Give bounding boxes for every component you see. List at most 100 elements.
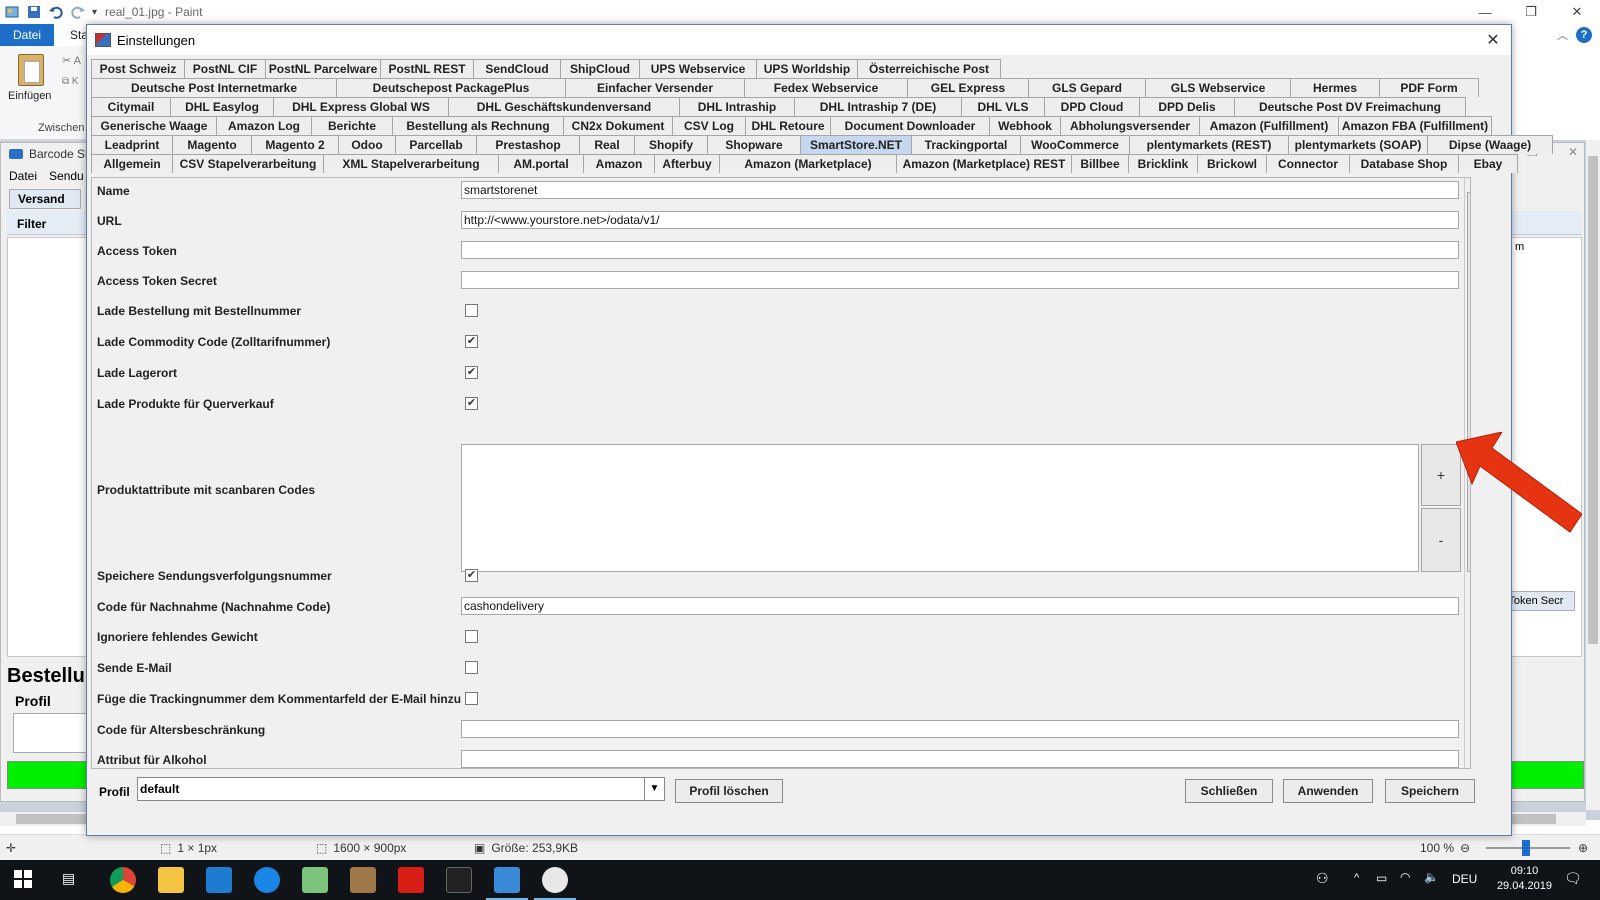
tab-sendcloud[interactable]: SendCloud bbox=[473, 59, 561, 78]
tab-postnl-cif[interactable]: PostNL CIF bbox=[184, 59, 266, 78]
cut-icon[interactable]: ✂ A bbox=[62, 54, 81, 67]
tab-postnl-parcelware[interactable]: PostNL Parcelware bbox=[265, 59, 381, 78]
tab-ups-webservice[interactable]: UPS Webservice bbox=[639, 59, 757, 78]
dialog-close-icon[interactable]: ✕ bbox=[1481, 29, 1505, 51]
ribbon-collapse-icon[interactable]: ︿ bbox=[1557, 27, 1568, 43]
access-token-input[interactable] bbox=[461, 241, 1459, 259]
help-icon[interactable]: ? bbox=[1576, 27, 1592, 43]
tab-österreichische-post[interactable]: Österreichische Post bbox=[857, 59, 1001, 78]
tab-billbee[interactable]: Billbee bbox=[1071, 154, 1129, 173]
tab-pdf-form[interactable]: PDF Form bbox=[1379, 78, 1479, 97]
tab-smartstore-net[interactable]: SmartStore.NET bbox=[800, 135, 912, 154]
maximize-icon[interactable]: ❐ bbox=[1508, 0, 1554, 24]
tab-dipse-waage[interactable]: Dipse (Waage) bbox=[1427, 135, 1553, 154]
tab-fedex-webservice[interactable]: Fedex Webservice bbox=[744, 78, 908, 97]
wifi-icon[interactable]: ◠ bbox=[1400, 870, 1410, 884]
barcode-app-icon[interactable] bbox=[494, 867, 520, 893]
anwenden-button[interactable]: Anwenden bbox=[1283, 779, 1373, 803]
tab-database-shop[interactable]: Database Shop bbox=[1349, 154, 1459, 173]
acrobat-icon[interactable] bbox=[398, 867, 424, 893]
paste-label[interactable]: Einfügen bbox=[8, 90, 51, 102]
fuege-tracking-checkbox[interactable] bbox=[465, 692, 478, 705]
tab-dhl-intraship-7-de[interactable]: DHL Intraship 7 (DE) bbox=[794, 97, 962, 116]
notifications-icon[interactable]: 🗨 bbox=[1564, 870, 1582, 887]
people-icon[interactable]: ⚇ bbox=[1316, 870, 1329, 887]
tab-csv-log[interactable]: CSV Log bbox=[672, 116, 746, 135]
tab-deutschepost-packageplus[interactable]: Deutschepost PackagePlus bbox=[336, 78, 566, 97]
tab-webhook[interactable]: Webhook bbox=[989, 116, 1061, 135]
tab-dhl-express-global-ws[interactable]: DHL Express Global WS bbox=[273, 97, 449, 116]
tab-odoo[interactable]: Odoo bbox=[338, 135, 396, 154]
tab-prestashop[interactable]: Prestashop bbox=[476, 135, 580, 154]
language-indicator[interactable]: DEU bbox=[1452, 872, 1477, 886]
undo-icon[interactable] bbox=[48, 4, 64, 20]
redo-icon[interactable] bbox=[70, 4, 86, 20]
menu-sendung[interactable]: Sendu bbox=[49, 169, 84, 183]
tab-dhl-easylog[interactable]: DHL Easylog bbox=[170, 97, 274, 116]
tab-shopware[interactable]: Shopware bbox=[707, 135, 801, 154]
url-input[interactable]: http://<www.yourstore.net>/odata/v1/ bbox=[461, 211, 1459, 229]
customize-qa-icon[interactable]: ▾ bbox=[92, 7, 97, 18]
tab-dhl-retoure[interactable]: DHL Retoure bbox=[745, 116, 831, 135]
alters-input[interactable] bbox=[461, 720, 1459, 738]
tab-amazon-fulfillment[interactable]: Amazon (Fulfillment) bbox=[1199, 116, 1339, 135]
tab-cn2x-dokument[interactable]: CN2x Dokument bbox=[563, 116, 673, 135]
tab-brickowl[interactable]: Brickowl bbox=[1197, 154, 1267, 173]
tab-leadprint[interactable]: Leadprint bbox=[91, 135, 173, 154]
lade-lagerort-checkbox[interactable]: ✔ bbox=[465, 366, 478, 379]
nachnahme-input[interactable]: cashondelivery bbox=[461, 597, 1459, 615]
paint-taskbar-icon[interactable] bbox=[542, 867, 568, 893]
vscode-icon[interactable] bbox=[206, 867, 232, 893]
profil-select[interactable]: default ▼ bbox=[137, 777, 665, 801]
teamviewer-icon[interactable] bbox=[254, 867, 280, 893]
tab-abholungsversender[interactable]: Abholungsversender bbox=[1060, 116, 1200, 135]
tab-document-downloader[interactable]: Document Downloader bbox=[830, 116, 990, 135]
tab-amazon[interactable]: Amazon bbox=[583, 154, 655, 173]
tab-magento-2[interactable]: Magento 2 bbox=[251, 135, 339, 154]
tab-postnl-rest[interactable]: PostNL REST bbox=[380, 59, 474, 78]
tab-plentymarkets-rest[interactable]: plentymarkets (REST) bbox=[1129, 135, 1289, 154]
tab-versand[interactable]: Versand bbox=[9, 189, 81, 209]
tab-shopify[interactable]: Shopify bbox=[634, 135, 708, 154]
clock[interactable]: 09:10 29.04.2019 bbox=[1497, 864, 1552, 894]
profil-loeschen-button[interactable]: Profil löschen bbox=[675, 779, 783, 803]
tab-gls-webservice[interactable]: GLS Webservice bbox=[1145, 78, 1291, 97]
remove-attribute-button[interactable]: - bbox=[1421, 508, 1461, 572]
speichere-checkbox[interactable]: ✔ bbox=[465, 569, 478, 582]
task-view-icon[interactable]: ▤ bbox=[62, 870, 75, 887]
save-icon[interactable] bbox=[26, 4, 42, 20]
package-app-icon[interactable] bbox=[350, 867, 376, 893]
tab-gls-gepard[interactable]: GLS Gepard bbox=[1028, 78, 1146, 97]
chrome-icon[interactable] bbox=[110, 867, 136, 893]
tab-deutsche-post-internetmarke[interactable]: Deutsche Post Internetmarke bbox=[91, 78, 337, 97]
zoom-out-icon[interactable]: ⊖ bbox=[1460, 841, 1470, 855]
tab-am-portal[interactable]: AM.portal bbox=[498, 154, 584, 173]
sende-email-checkbox[interactable] bbox=[465, 661, 478, 674]
access-token-secret-input[interactable] bbox=[461, 271, 1459, 289]
tab-hermes[interactable]: Hermes bbox=[1290, 78, 1380, 97]
alkohol-input[interactable] bbox=[461, 750, 1459, 768]
add-attribute-button[interactable]: + bbox=[1421, 444, 1461, 506]
tab-xml-stapelverarbeitung[interactable]: XML Stapelverarbeitung bbox=[323, 154, 499, 173]
tab-bestellung-als-rechnung[interactable]: Bestellung als Rechnung bbox=[392, 116, 564, 135]
tab-ebay[interactable]: Ebay bbox=[1458, 154, 1518, 173]
tab-citymail[interactable]: Citymail bbox=[91, 97, 171, 116]
tab-woocommerce[interactable]: WooCommerce bbox=[1020, 135, 1130, 154]
file-explorer-icon[interactable] bbox=[158, 867, 184, 893]
copy-icon[interactable]: ⧉ K bbox=[62, 76, 79, 87]
tab-amazon-fba-fulfillment[interactable]: Amazon FBA (Fulfillment) bbox=[1338, 116, 1492, 135]
tab-afterbuy[interactable]: Afterbuy bbox=[654, 154, 720, 173]
tab-dhl-intraship[interactable]: DHL Intraship bbox=[679, 97, 795, 116]
lade-produkte-checkbox[interactable]: ✔ bbox=[465, 397, 478, 410]
name-input[interactable]: smartstorenet bbox=[461, 181, 1459, 199]
tab-dpd-cloud[interactable]: DPD Cloud bbox=[1044, 97, 1140, 116]
close-icon[interactable]: ✕ bbox=[1568, 145, 1578, 159]
tab-trackingportal[interactable]: Trackingportal bbox=[911, 135, 1021, 154]
tab-dhl-geschäftskundenversand[interactable]: DHL Geschäftskundenversand bbox=[448, 97, 680, 116]
paint-vertical-scrollbar[interactable] bbox=[1586, 140, 1600, 810]
zoom-slider-thumb[interactable] bbox=[1522, 840, 1530, 856]
tab-dhl-vls[interactable]: DHL VLS bbox=[961, 97, 1045, 116]
tab-amazon-log[interactable]: Amazon Log bbox=[216, 116, 312, 135]
battery-icon[interactable]: ▭ bbox=[1376, 871, 1387, 885]
tab-real[interactable]: Real bbox=[579, 135, 635, 154]
